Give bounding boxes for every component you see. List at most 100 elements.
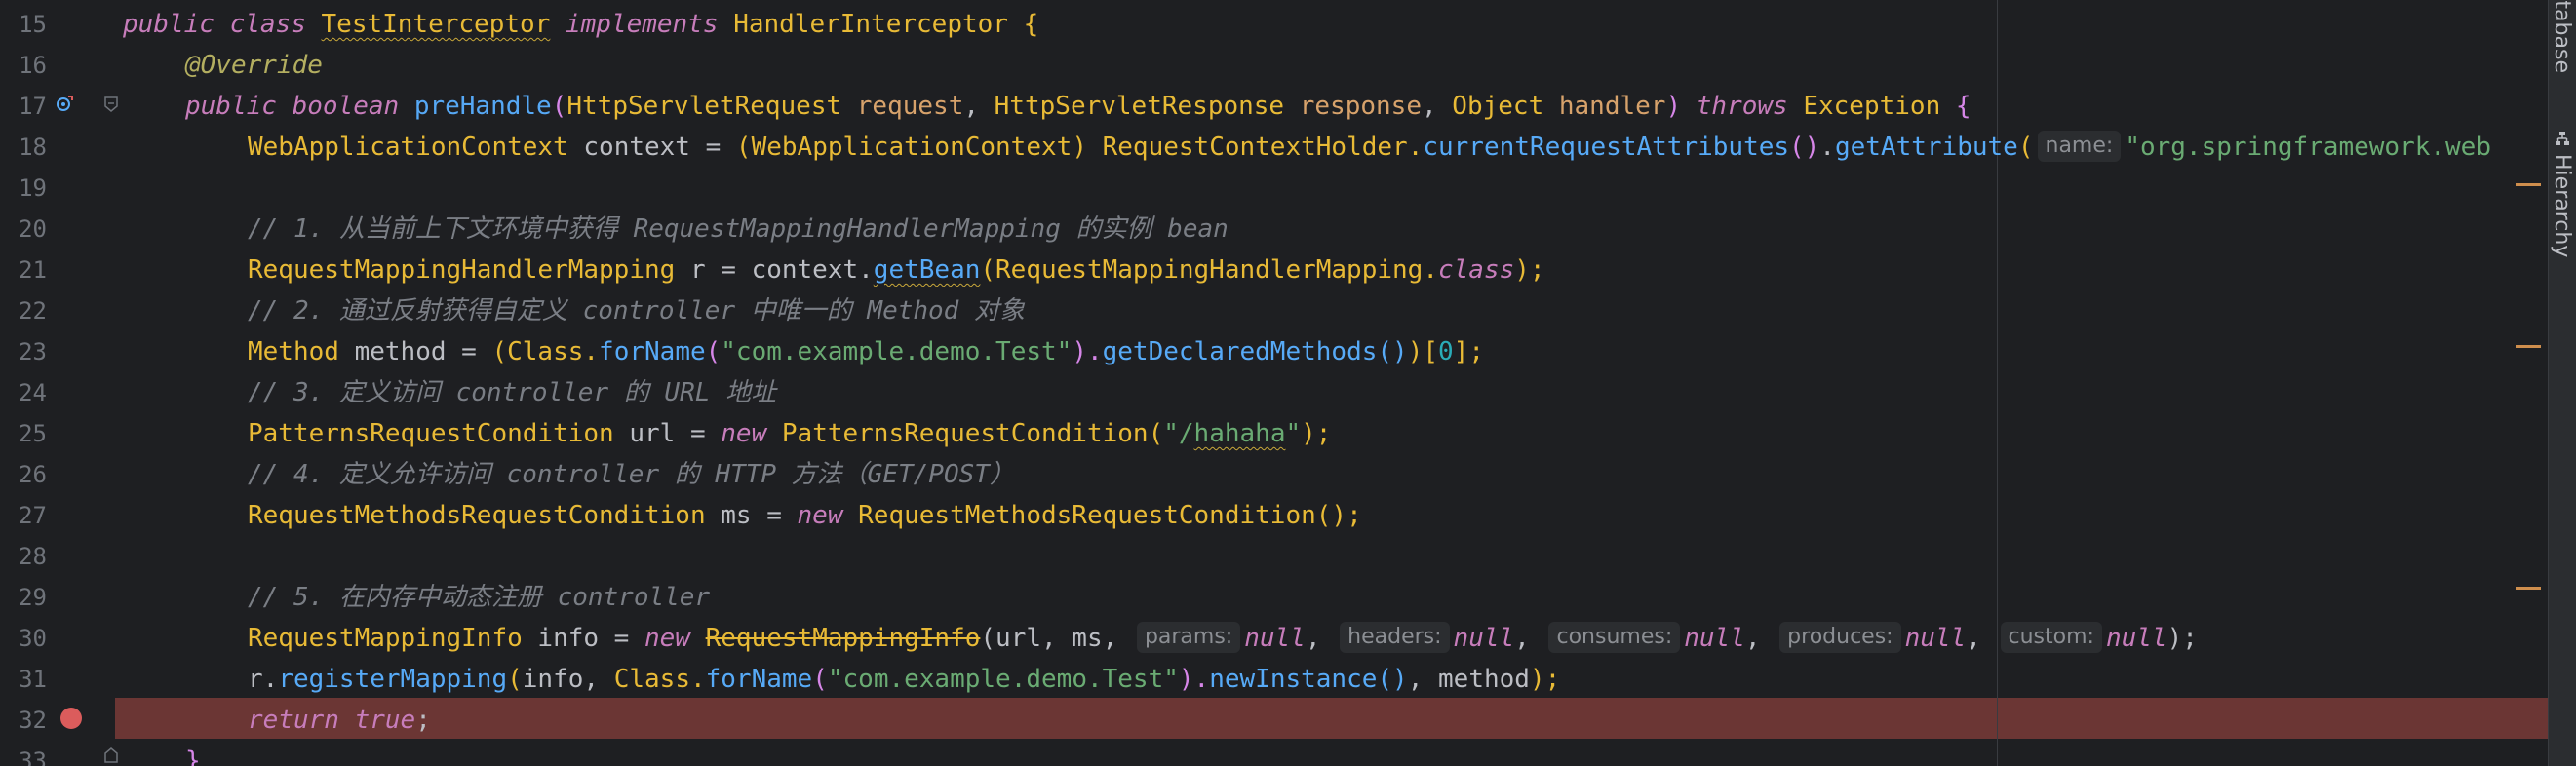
- editor-scrollbar[interactable]: [2516, 0, 2547, 766]
- code-area[interactable]: public class TestInterceptor implements …: [115, 0, 2517, 766]
- interface-name: HandlerInterceptor: [733, 10, 1008, 39]
- keyword: boolean: [292, 92, 400, 121]
- method-call: currentRequestAttributes: [1423, 133, 1790, 162]
- line-number: 22: [19, 297, 47, 325]
- error-stripe-mark[interactable]: [2516, 587, 2541, 590]
- class-ref: Class.: [613, 665, 706, 694]
- code-line-27[interactable]: RequestMethodsRequestCondition ms = new …: [248, 495, 1362, 536]
- line-number: 32: [19, 707, 47, 734]
- brace: {: [1955, 92, 1971, 121]
- type: Object: [1452, 92, 1544, 121]
- breakpoint-icon[interactable]: [60, 708, 82, 729]
- paren: ();: [1315, 501, 1362, 530]
- code-line-25[interactable]: PatternsRequestCondition url = new Patte…: [248, 413, 1331, 454]
- code-line-22[interactable]: // 2. 通过反射获得自定义 controller 中唯一的 Method 对…: [248, 290, 1025, 331]
- code-line-20[interactable]: // 1. 从当前上下文环境中获得 RequestMappingHandlerM…: [248, 209, 1229, 249]
- comma: ,: [1421, 92, 1437, 121]
- comma: ,: [963, 92, 980, 121]
- method-call: forName: [705, 665, 813, 694]
- code-text: info,: [522, 665, 614, 694]
- paren: );: [1529, 665, 1561, 694]
- param: request: [856, 92, 964, 121]
- code-line-31[interactable]: r.registerMapping(info, Class.forName("c…: [248, 659, 1560, 700]
- code-line-24[interactable]: // 3. 定义访问 controller 的 URL 地址: [248, 372, 776, 413]
- line-number: 17: [19, 93, 47, 120]
- comment: // 4. 定义允许访问 controller 的 HTTP 方法（GET/PO…: [248, 460, 1015, 489]
- string: "org.springframework.web: [2125, 133, 2491, 162]
- class-ref: RequestMappingHandlerMapping.: [995, 255, 1438, 285]
- paren: ).: [1178, 665, 1210, 694]
- paren: (: [980, 255, 996, 285]
- comment: // 1. 从当前上下文环境中获得 RequestMappingHandlerM…: [248, 214, 1229, 244]
- code-line-21[interactable]: RequestMappingHandlerMapping r = context…: [248, 249, 1545, 290]
- line-number: 30: [19, 625, 47, 652]
- code-line-33[interactable]: }: [185, 741, 201, 766]
- paren: (: [812, 665, 828, 694]
- keyword: class: [229, 10, 306, 39]
- param: response: [1299, 92, 1422, 121]
- code-line-26[interactable]: // 4. 定义允许访问 controller 的 HTTP 方法（GET/PO…: [248, 454, 1015, 495]
- paren: (: [551, 92, 567, 121]
- deprecated-class-ref: RequestMappingInfo: [705, 624, 981, 653]
- paren: (: [735, 133, 752, 162]
- type: WebApplicationContext: [248, 133, 568, 162]
- paren: (): [1377, 665, 1408, 694]
- line-number: 28: [19, 543, 47, 570]
- keyword: new: [721, 419, 767, 448]
- line-number: 29: [19, 584, 47, 611]
- tool-tab-hierarchy[interactable]: Hierarchy: [2550, 154, 2574, 257]
- override-method-icon[interactable]: [55, 94, 74, 113]
- param: handler: [1558, 92, 1666, 121]
- code-editor[interactable]: 15 16 17 18 19 20 21 22 23 24 25 26 27 2…: [0, 0, 2576, 766]
- method-call: getBean: [873, 255, 981, 285]
- line-number: 21: [19, 256, 47, 284]
- code-text: .: [1819, 133, 1835, 162]
- method-call: getAttribute: [1835, 133, 2018, 162]
- code-text: r.: [248, 665, 279, 694]
- code-line-23[interactable]: Method method = (Class.forName("com.exam…: [248, 331, 1484, 372]
- param-hint: custom:: [2000, 621, 2102, 653]
- class-name: TestInterceptor: [321, 10, 551, 39]
- brace: }: [185, 747, 201, 766]
- comma: ,: [1744, 624, 1776, 653]
- code-line-29[interactable]: // 5. 在内存中动态注册 controller: [248, 577, 710, 618]
- hierarchy-icon[interactable]: [2555, 131, 2570, 146]
- paren: ): [1407, 337, 1424, 366]
- code-line-17[interactable]: public boolean preHandle(HttpServletRequ…: [185, 86, 1971, 127]
- code-line-18[interactable]: WebApplicationContext context = (WebAppl…: [248, 127, 2491, 168]
- type: Method: [248, 337, 339, 366]
- null-literal: null: [1453, 624, 1515, 653]
- string: ": [1285, 419, 1302, 448]
- method-call: forName: [599, 337, 706, 366]
- comma: ,: [1305, 624, 1337, 653]
- param-hint: produces:: [1779, 621, 1901, 653]
- code-text: ms =: [705, 501, 798, 530]
- keyword: true: [354, 706, 416, 735]
- type: RequestMappingHandlerMapping: [248, 255, 676, 285]
- brace: {: [1023, 10, 1039, 39]
- null-literal: null: [2105, 624, 2167, 653]
- line-number: 33: [19, 747, 47, 766]
- comment: // 2. 通过反射获得自定义 controller 中唯一的 Method 对…: [248, 296, 1025, 326]
- null-literal: null: [1244, 624, 1306, 653]
- paren: (): [1377, 337, 1408, 366]
- paren: ).: [1072, 337, 1103, 366]
- code-line-30[interactable]: RequestMappingInfo info = new RequestMap…: [248, 618, 2198, 659]
- type: RequestMethodsRequestCondition: [248, 501, 706, 530]
- error-stripe-mark[interactable]: [2516, 183, 2541, 186]
- code-line-15[interactable]: public class TestInterceptor implements …: [123, 4, 1038, 45]
- line-number: 19: [19, 174, 47, 202]
- keyword: throws: [1696, 92, 1788, 121]
- line-number: 25: [19, 420, 47, 447]
- tool-tab-database[interactable]: Database: [2550, 0, 2574, 73]
- line-number: 16: [19, 52, 47, 79]
- code-line-32[interactable]: return true;: [248, 700, 431, 741]
- line-number: 26: [19, 461, 47, 488]
- keyword: return: [248, 706, 339, 735]
- paren: (: [491, 337, 508, 366]
- param-hint: params:: [1136, 621, 1241, 653]
- error-stripe-mark[interactable]: [2516, 345, 2541, 348]
- param-hint: name:: [2037, 130, 2122, 162]
- line-number: 15: [19, 11, 47, 38]
- code-line-16[interactable]: @Override: [185, 45, 323, 86]
